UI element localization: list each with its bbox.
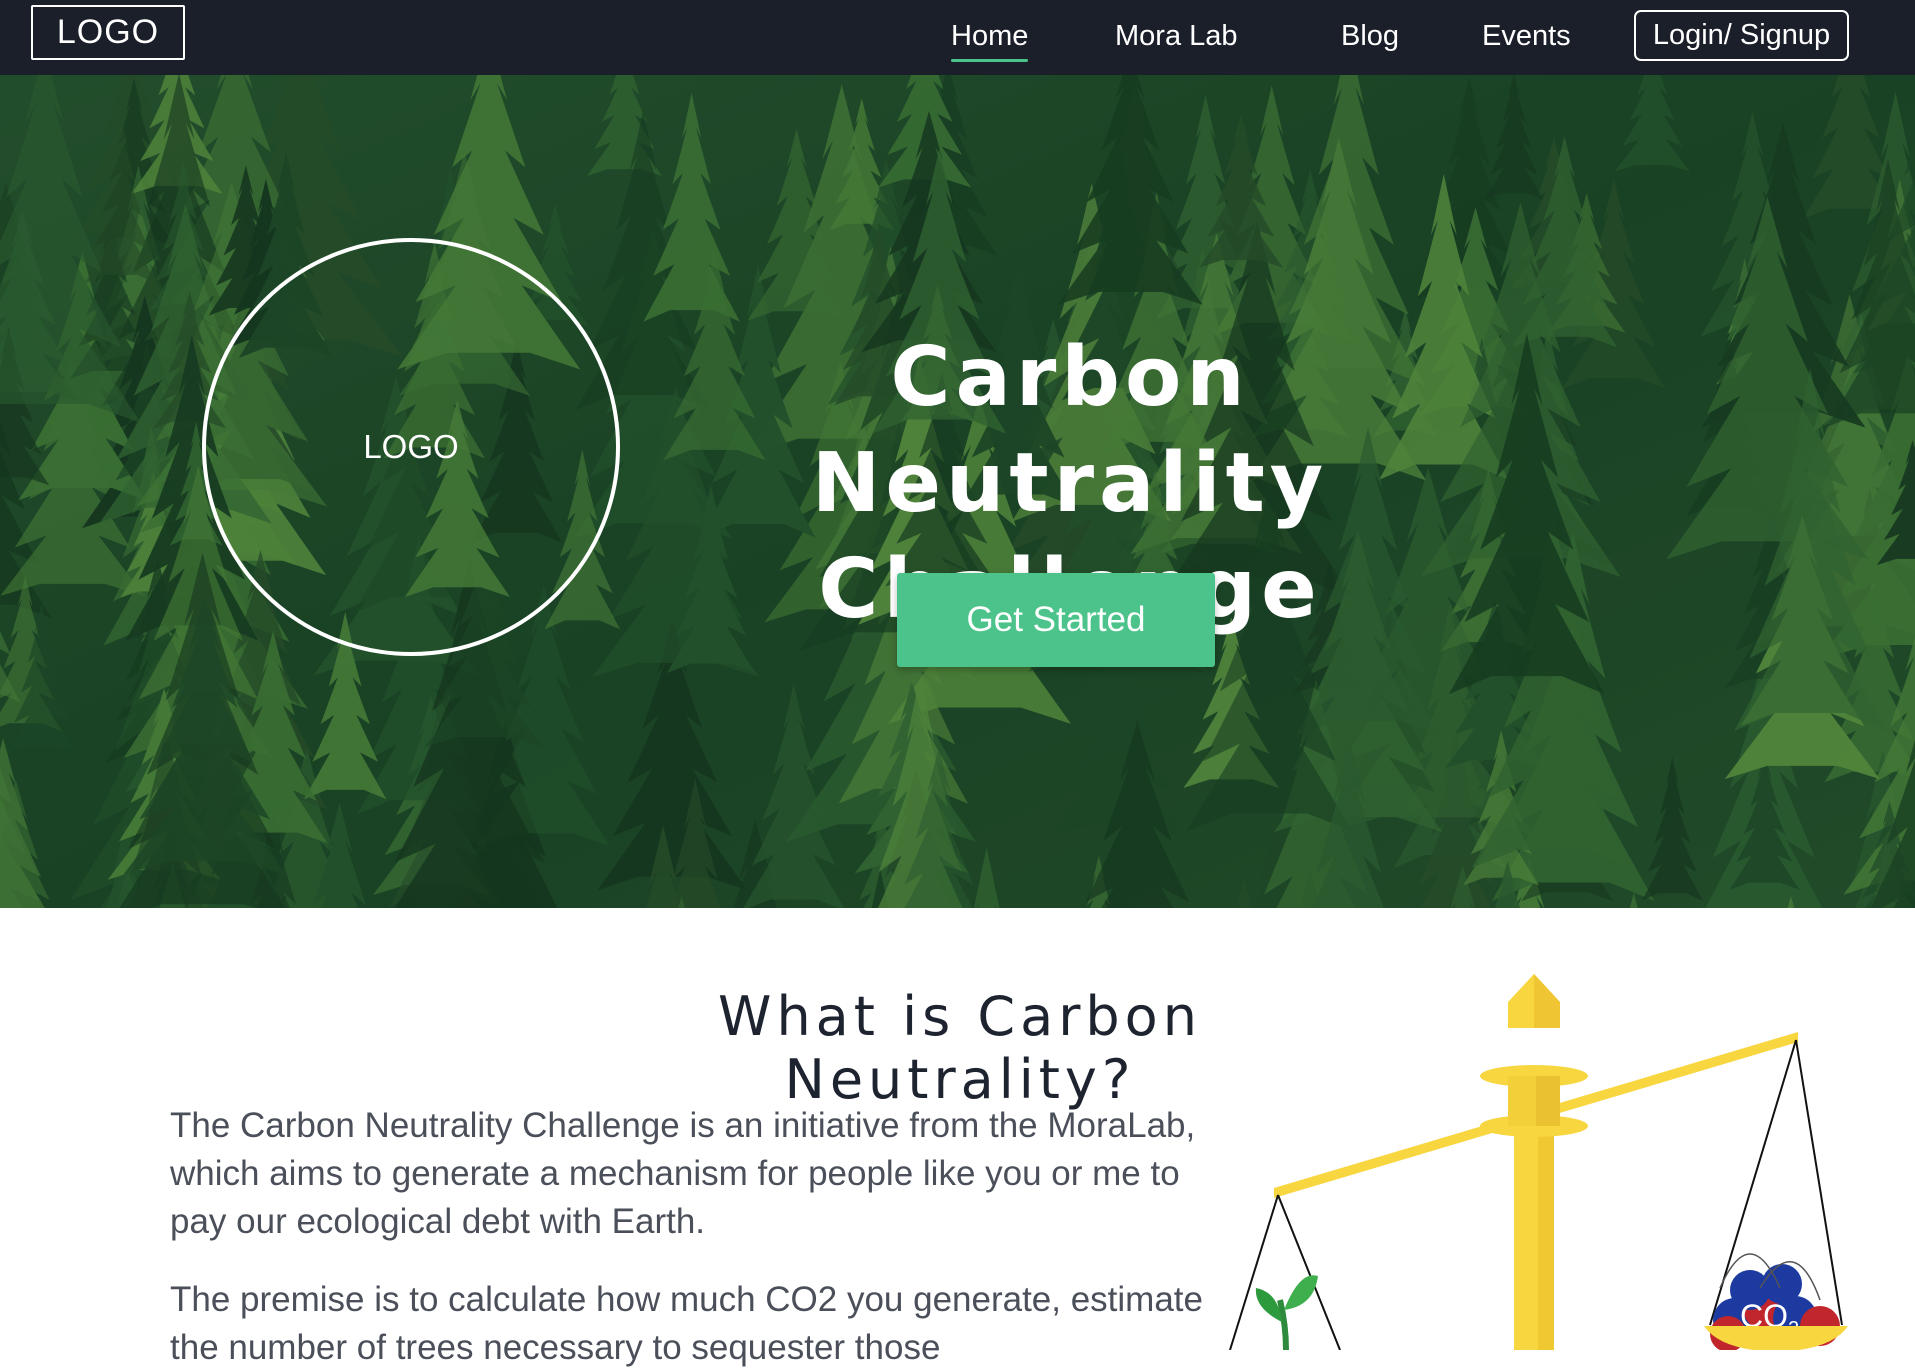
hero-title-line-1: Carbon Neutrality — [811, 330, 1329, 531]
hero-section: LOGO Carbon Neutrality Challenge Get Sta… — [0, 75, 1915, 908]
nav-link-events[interactable]: Events — [1482, 14, 1571, 58]
nav-link-mora-lab[interactable]: Mora Lab — [1115, 14, 1238, 58]
nav-link-blog[interactable]: Blog — [1341, 14, 1399, 58]
hero-logo-text: LOGO — [363, 428, 459, 465]
intro-paragraph: The Carbon Neutrality Challenge is an in… — [170, 1106, 1196, 1241]
top-navbar: LOGO Home Mora Lab Blog Events Login/ Si… — [0, 0, 1915, 75]
hero-logo-circle: LOGO — [202, 238, 620, 656]
get-started-button[interactable]: Get Started — [897, 573, 1215, 667]
nav-logo[interactable]: LOGO — [31, 5, 185, 60]
nav-link-home[interactable]: Home — [951, 14, 1029, 62]
premise-paragraph: The premise is to calculate how much CO2… — [170, 1280, 1203, 1367]
balance-scale-illustration: CO2 — [1229, 974, 1848, 1350]
login-signup-button[interactable]: Login/ Signup — [1634, 10, 1849, 61]
